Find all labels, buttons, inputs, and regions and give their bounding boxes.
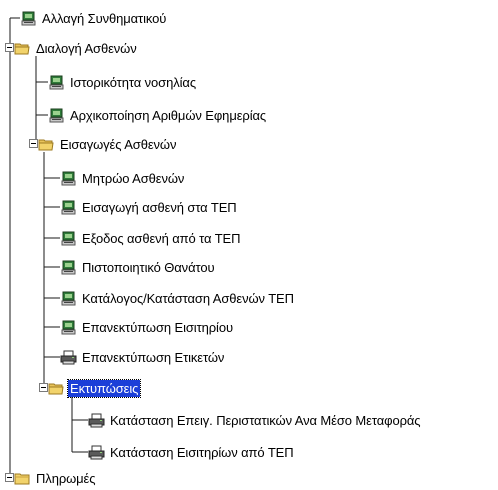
tree-item-payments[interactable]: Πληρωμές bbox=[14, 466, 97, 490]
tree-item-patient-admissions[interactable]: Εισαγωγές Ασθενών bbox=[38, 132, 178, 156]
folder-open-icon bbox=[38, 137, 55, 152]
tree-item-change-password[interactable]: Αλλαγή Συνθηματικού bbox=[20, 6, 168, 30]
folder-closed-icon bbox=[14, 471, 31, 486]
expander-printouts[interactable] bbox=[39, 383, 48, 392]
tree-item-label: Κατάλογος/Κατάσταση Ασθενών ΤΕΠ bbox=[82, 290, 294, 306]
printer-icon bbox=[60, 350, 77, 365]
folder-open-icon bbox=[48, 381, 65, 396]
tree-item-label: Κατάσταση Εισιτηρίων από ΤΕΠ bbox=[110, 444, 294, 460]
navigation-tree: Αλλαγή Συνθηματικού Διαλογή Ασθενών Ιστο… bbox=[0, 0, 498, 490]
tree-item-label: Ιστορικότητα νοσηλίας bbox=[70, 74, 196, 90]
computer-icon bbox=[60, 291, 77, 306]
tree-item-hospitalization-history[interactable]: Ιστορικότητα νοσηλίας bbox=[48, 70, 198, 94]
tree-item-label: Αλλαγή Συνθηματικού bbox=[42, 10, 167, 26]
computer-icon bbox=[48, 75, 65, 90]
folder-open-icon bbox=[14, 41, 31, 56]
computer-icon bbox=[60, 200, 77, 215]
tree-item-label: Μητρώο Ασθενών bbox=[82, 170, 185, 186]
tree-item-label: Εκτυπώσεις bbox=[66, 378, 142, 398]
tree-item-label: Επανεκτύπωση Ετικετών bbox=[82, 349, 225, 365]
tree-item-label: Εξοδος ασθενή από τα ΤΕΠ bbox=[82, 230, 241, 246]
tree-item-printouts[interactable]: Εκτυπώσεις bbox=[48, 376, 142, 400]
tree-item-diagonal-patients[interactable]: Διαλογή Ασθενών bbox=[14, 36, 139, 60]
tree-item-label: Κατάσταση Επειγ. Περιστατικών Ανα Μέσο Μ… bbox=[110, 412, 421, 428]
expander-diagonal-patients[interactable] bbox=[5, 43, 14, 52]
tree-item-reprint-ticket[interactable]: Επανεκτύπωση Εισιτηρίου bbox=[60, 315, 235, 339]
tree-item-ed-tickets-report[interactable]: Κατάσταση Εισιτηρίων από ΤΕΠ bbox=[88, 440, 296, 464]
printer-icon bbox=[88, 413, 105, 428]
tree-item-label: Εισαγωγές Ασθενών bbox=[60, 136, 177, 152]
tree-item-death-certificate[interactable]: Πιστοποιητικό Θανάτου bbox=[60, 255, 216, 279]
tree-item-emergency-cases-by-transport[interactable]: Κατάσταση Επειγ. Περιστατικών Ανα Μέσο Μ… bbox=[88, 408, 422, 432]
tree-item-discharge-patient-ed[interactable]: Εξοδος ασθενή από τα ΤΕΠ bbox=[60, 226, 242, 250]
tree-item-reprint-labels[interactable]: Επανεκτύπωση Ετικετών bbox=[60, 345, 226, 369]
computer-icon bbox=[60, 171, 77, 186]
computer-icon bbox=[60, 231, 77, 246]
tree-item-label: Πιστοποιητικό Θανάτου bbox=[82, 259, 215, 275]
tree-item-init-duty-numbers[interactable]: Αρχικοποίηση Αριθμών Εφημερίας bbox=[48, 103, 268, 127]
expander-patient-admissions[interactable] bbox=[29, 139, 38, 148]
computer-icon bbox=[60, 260, 77, 275]
printer-icon bbox=[88, 445, 105, 460]
tree-item-patient-registry[interactable]: Μητρώο Ασθενών bbox=[60, 166, 186, 190]
computer-icon bbox=[20, 11, 37, 26]
tree-item-label: Επανεκτύπωση Εισιτηρίου bbox=[82, 319, 233, 335]
tree-item-label: Εισαγωγή ασθενή στα ΤΕΠ bbox=[82, 199, 237, 215]
tree-item-label: Διαλογή Ασθενών bbox=[36, 40, 137, 56]
tree-item-ed-patient-list[interactable]: Κατάλογος/Κατάσταση Ασθενών ΤΕΠ bbox=[60, 286, 296, 310]
computer-icon bbox=[60, 320, 77, 335]
expander-payments[interactable] bbox=[5, 473, 14, 482]
tree-item-label: Πληρωμές bbox=[36, 470, 96, 486]
tree-item-label: Αρχικοποίηση Αριθμών Εφημερίας bbox=[70, 107, 267, 123]
computer-icon bbox=[48, 108, 65, 123]
tree-item-admit-patient-ed[interactable]: Εισαγωγή ασθενή στα ΤΕΠ bbox=[60, 195, 239, 219]
